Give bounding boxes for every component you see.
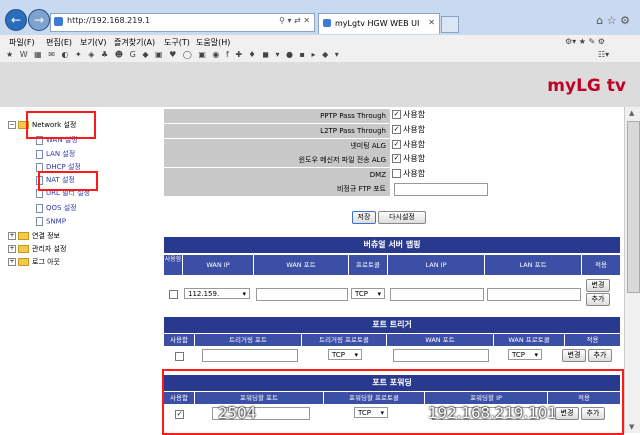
dmz-checkbox[interactable] bbox=[392, 169, 401, 178]
vertical-scrollbar[interactable]: ▲ ▼ bbox=[624, 107, 640, 433]
pt-add-button[interactable]: 추가 bbox=[588, 349, 612, 362]
scroll-down-icon[interactable]: ▼ bbox=[629, 423, 634, 431]
vs-wan-port-input[interactable] bbox=[256, 288, 348, 301]
vs-change-button[interactable]: 변경 bbox=[586, 279, 610, 292]
pt-enable-checkbox[interactable] bbox=[175, 352, 184, 361]
forward-button[interactable]: → bbox=[28, 9, 50, 31]
setting-row-netmeeting: 넷미팅 ALG ✓ 사용함 bbox=[164, 139, 620, 153]
tree-item-lan[interactable]: LAN 설정 bbox=[36, 149, 75, 159]
setting-row-messenger: 윈도우 메신저 파일 전송 ALG ✓ 사용함 bbox=[164, 153, 620, 167]
pt-trigger-protocol-select[interactable]: TCP ▾ bbox=[328, 349, 362, 360]
setting-row-ftp: 비정규 FTP 포트 bbox=[164, 182, 620, 196]
messenger-checkbox[interactable]: ✓ bbox=[392, 154, 401, 163]
close-tab-icon[interactable]: ✕ bbox=[428, 18, 435, 27]
back-button[interactable]: ← bbox=[5, 9, 27, 31]
l2tp-checkbox[interactable]: ✓ bbox=[392, 125, 401, 134]
scroll-up-icon[interactable]: ▲ bbox=[629, 109, 634, 117]
pt-change-button[interactable]: 변경 bbox=[562, 349, 586, 362]
mylgtv-logo: myLG tv bbox=[547, 76, 626, 96]
expand-icon[interactable]: + bbox=[8, 232, 16, 240]
favorites-bar: ★ W ▦ ✉ ◐ ✦ ◈ ♣ ☻ G ◆ ▣ ♥ ◯ ▣ ◉ f ✚ ♦ ◼ … bbox=[0, 47, 640, 63]
highlight-port-forwarding bbox=[162, 369, 624, 435]
highlight-nat bbox=[38, 171, 98, 191]
tree-group-logout[interactable]: + 로그 아웃 bbox=[8, 257, 60, 267]
pptp-checkbox[interactable]: ✓ bbox=[392, 110, 401, 119]
page-icon bbox=[54, 17, 63, 26]
scroll-thumb[interactable] bbox=[627, 121, 640, 293]
browser-titlebar: ← → http://192.168.219.1 ⚲ ▾ ⇄ ✕ myLgtv … bbox=[0, 0, 640, 35]
setting-row-l2tp: L2TP Pass Through ✓ 사용함 bbox=[164, 124, 620, 138]
virtual-server-title: 버츄얼 서버 맵핑 bbox=[164, 237, 620, 253]
browser-tab[interactable]: myLgtv HGW WEB UI ✕ bbox=[318, 13, 440, 34]
toolbar-icons[interactable]: ⚙▾ ★ ✎ ⚙ bbox=[565, 37, 605, 46]
folder-icon bbox=[18, 245, 29, 253]
sidebar: − Network 설정 WAN 설정 LAN 설정 DHCP 설정 NAT 설정… bbox=[0, 107, 158, 433]
new-tab-button[interactable] bbox=[441, 16, 459, 33]
favorites-icons[interactable]: ★ W ▦ ✉ ◐ ✦ ◈ ♣ ☻ G ◆ ▣ ♥ ◯ ▣ ◉ f ✚ ♦ ◼ … bbox=[6, 50, 341, 59]
ftp-port-input[interactable] bbox=[394, 183, 488, 196]
pt-wan-port-input[interactable] bbox=[393, 349, 489, 362]
vs-enable-checkbox[interactable] bbox=[169, 290, 178, 299]
page-icon bbox=[36, 203, 43, 213]
pt-wan-protocol-select[interactable]: TCP ▾ bbox=[508, 349, 542, 360]
folder-icon bbox=[18, 232, 29, 240]
tab-title: myLgtv HGW WEB UI bbox=[335, 19, 420, 28]
address-bar[interactable]: http://192.168.219.1 ⚲ ▾ ⇄ ✕ bbox=[50, 13, 315, 32]
vs-wan-ip-select[interactable]: 112.159. ▾ bbox=[184, 288, 250, 299]
expand-icon[interactable]: + bbox=[8, 245, 16, 253]
vs-lan-ip-input[interactable] bbox=[390, 288, 484, 301]
tree-item-snmp[interactable]: SNMP bbox=[36, 217, 66, 226]
netmeeting-checkbox[interactable]: ✓ bbox=[392, 140, 401, 149]
pt-trigger-port-input[interactable] bbox=[202, 349, 298, 362]
window-icons[interactable]: ⌂ ☆ ⚙ bbox=[596, 14, 630, 27]
address-url: http://192.168.219.1 bbox=[67, 16, 151, 25]
save-button[interactable]: 저장 bbox=[352, 211, 376, 224]
vs-lan-port-input[interactable] bbox=[487, 288, 581, 301]
tree-item-qos[interactable]: QOS 설정 bbox=[36, 203, 77, 213]
highlight-network bbox=[26, 111, 96, 139]
tree-group-connection[interactable]: + 연결 정보 bbox=[8, 231, 60, 241]
page-header: myLG tv bbox=[0, 62, 640, 107]
vs-add-button[interactable]: 추가 bbox=[586, 293, 610, 306]
search-icon[interactable]: ⚲ ▾ ⇄ ✕ bbox=[279, 16, 310, 25]
page-icon bbox=[36, 149, 43, 159]
setting-row-dmz: DMZ 사용함 bbox=[164, 168, 620, 182]
page-icon bbox=[36, 217, 43, 226]
folder-icon bbox=[18, 258, 29, 266]
tab-icon bbox=[323, 19, 331, 27]
collapse-icon[interactable]: − bbox=[8, 121, 16, 129]
expand-icon[interactable]: + bbox=[8, 258, 16, 266]
reset-button[interactable]: 다시설정 bbox=[378, 211, 426, 224]
vs-protocol-select[interactable]: TCP ▾ bbox=[351, 288, 385, 299]
page-menu-icon[interactable]: ☷▾ bbox=[598, 50, 609, 59]
main-content: PPTP Pass Through ✓ 사용함 L2TP Pass Through… bbox=[158, 107, 624, 435]
menu-bar: 파일(F) 편집(E) 보기(V) 즐겨찾기(A) 도구(T) 도움말(H) ⚙… bbox=[0, 35, 640, 47]
tree-group-admin[interactable]: + 관리자 설정 bbox=[8, 244, 66, 254]
port-trigger-title: 포트 트리거 bbox=[164, 317, 620, 333]
setting-row-pptp: PPTP Pass Through ✓ 사용함 bbox=[164, 109, 620, 123]
